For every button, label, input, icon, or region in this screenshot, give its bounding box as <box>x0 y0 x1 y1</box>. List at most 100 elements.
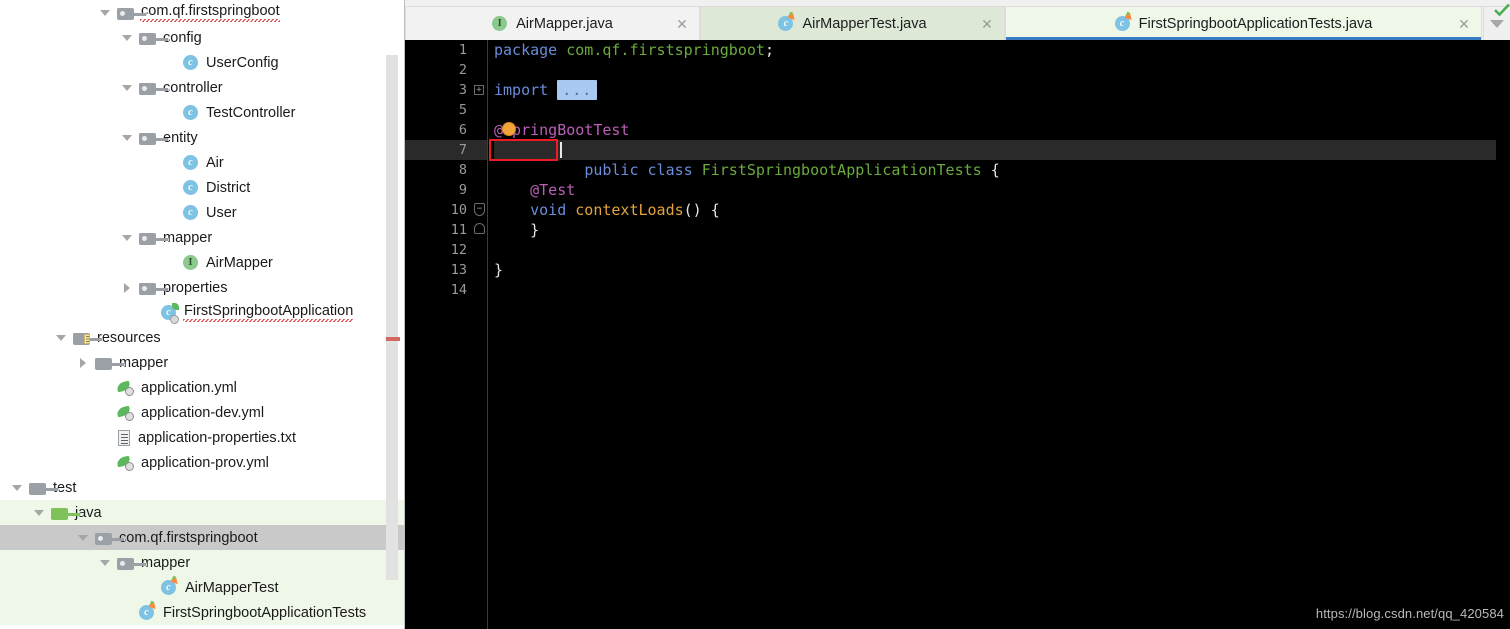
line-number-9[interactable]: 9 <box>405 180 473 200</box>
fold-gutter-line-8[interactable] <box>473 160 487 180</box>
tree-item-application-dev-yml[interactable]: application-dev.yml <box>0 400 405 425</box>
chevron-down-icon[interactable] <box>31 500 46 525</box>
tree-item-com-qf-firstspringboot[interactable]: com.qf.firstspringboot <box>0 0 405 25</box>
tree-item-controller[interactable]: controller <box>0 75 405 100</box>
tree-item-config[interactable]: config <box>0 25 405 50</box>
tree-item-userconfig[interactable]: c UserConfig <box>0 50 405 75</box>
tree-item-mapper[interactable]: mapper <box>0 550 405 575</box>
tree-item-application-properties-txt[interactable]: application-properties.txt <box>0 425 405 450</box>
line-number-2[interactable]: 2 <box>405 60 473 80</box>
tree-item-firstspringbootapplication[interactable]: c FirstSpringbootApplication <box>0 300 405 325</box>
fold-gutter-line-6[interactable] <box>473 120 487 140</box>
chevron-right-icon[interactable] <box>119 275 134 300</box>
line-number-6[interactable]: 6 <box>405 120 473 140</box>
line-number-11[interactable]: 11 <box>405 220 473 240</box>
project-tree-list[interactable]: com.qf.firstspringboot config c UserConfig c… <box>0 0 405 625</box>
tree-item-firstspringbootapplicationtests[interactable]: c FirstSpringbootApplicationTests <box>0 600 405 625</box>
tree-vertical-scrollbar[interactable] <box>386 0 400 629</box>
intention-bulb-icon[interactable] <box>502 122 516 136</box>
tab-airmapper-java[interactable]: I AirMapper.java ✕ <box>405 7 700 40</box>
tree-error-marker[interactable] <box>386 337 400 341</box>
fold-collapse-end-icon[interactable] <box>474 223 485 234</box>
tree-item-mapper[interactable]: mapper <box>0 350 405 375</box>
close-icon[interactable]: ✕ <box>980 17 994 31</box>
code-folding-gutter[interactable]: + − <box>473 40 487 629</box>
fold-gutter-line-9[interactable] <box>473 180 487 200</box>
tree-item-application-prov-yml[interactable]: application-prov.yml <box>0 450 405 475</box>
chevron-down-icon[interactable] <box>97 550 112 575</box>
line-number-5[interactable]: 5 <box>405 100 473 120</box>
code-line-11: } <box>530 221 540 239</box>
fold-gutter-line-7[interactable] <box>473 140 487 160</box>
project-tree-panel[interactable]: com.qf.firstspringboot config c UserConfig c… <box>0 0 405 629</box>
tree-item-label: District <box>206 179 251 196</box>
code-text-area[interactable]: package com.qf.firstspringboot; import .… <box>487 40 1510 629</box>
ide-window: com.qf.firstspringboot config c UserConfig c… <box>0 0 1510 629</box>
chevron-down-icon[interactable] <box>75 525 90 550</box>
import-fold-placeholder[interactable]: ... <box>557 80 598 100</box>
tree-item-mapper[interactable]: mapper <box>0 225 405 250</box>
line-number-7[interactable]: 7 <box>405 140 473 160</box>
fold-gutter-line-5[interactable] <box>473 100 487 120</box>
tree-item-label: application.yml <box>141 379 237 396</box>
fold-gutter-line-3[interactable]: + <box>473 80 487 100</box>
tab-airmappertest-java[interactable]: c AirMapperTest.java ✕ <box>700 7 1005 40</box>
tree-scrollbar-thumb[interactable] <box>386 55 398 580</box>
tab-firstspringbootapplicationtests-java[interactable]: c FirstSpringbootApplicationTests.java ✕ <box>1005 7 1482 41</box>
tree-item-airmappertest[interactable]: c AirMapperTest <box>0 575 405 600</box>
tree-item-testcontroller[interactable]: c TestController <box>0 100 405 125</box>
chevron-down-icon[interactable] <box>119 225 134 250</box>
close-icon[interactable]: ✕ <box>1457 17 1471 31</box>
line-number-3[interactable]: 3 <box>405 80 473 100</box>
chevron-down-icon[interactable] <box>119 25 134 50</box>
tree-item-entity[interactable]: entity <box>0 125 405 150</box>
fold-gutter-line-11[interactable] <box>473 220 487 240</box>
tree-item-resources[interactable]: resources <box>0 325 405 350</box>
inspection-error-stripe[interactable] <box>1496 80 1510 629</box>
tree-item-test[interactable]: test <box>0 475 405 500</box>
fold-gutter-line-12[interactable] <box>473 240 487 260</box>
tree-item-label: resources <box>97 329 161 346</box>
fold-expand-icon[interactable]: + <box>474 85 484 95</box>
line-number-1[interactable]: 1 <box>405 40 473 60</box>
chevron-down-icon[interactable] <box>53 325 68 350</box>
chevron-down-icon[interactable] <box>9 475 24 500</box>
line-number-14[interactable]: 14 <box>405 280 473 300</box>
tree-item-java[interactable]: java <box>0 500 405 525</box>
tree-item-com-qf-firstspringboot[interactable]: com.qf.firstspringboot <box>0 525 405 550</box>
tree-item-label: application-prov.yml <box>141 454 269 471</box>
folder-package-icon <box>117 556 147 570</box>
chevron-down-icon[interactable] <box>119 125 134 150</box>
fold-gutter-line-14[interactable] <box>473 280 487 300</box>
editor-tab-strip[interactable]: I AirMapper.java ✕ c AirMapperTest.java … <box>405 0 1510 41</box>
tree-item-application-yml[interactable]: application.yml <box>0 375 405 400</box>
fold-gutter-line-2[interactable] <box>473 60 487 80</box>
line-number-8[interactable]: 8 <box>405 160 473 180</box>
fold-gutter-line-13[interactable] <box>473 260 487 280</box>
tree-item-air[interactable]: c Air <box>0 150 405 175</box>
code-editor[interactable]: 1 2 3 5 6 7 8 9 10 11 12 13 14 + − package com.qf.fir… <box>405 40 1510 629</box>
tree-item-properties[interactable]: properties <box>0 275 405 300</box>
line-number-gutter[interactable]: 1 2 3 5 6 7 8 9 10 11 12 13 14 <box>405 40 473 629</box>
line-number-13[interactable]: 13 <box>405 260 473 280</box>
chevron-down-icon[interactable] <box>119 75 134 100</box>
fold-gutter-line-10[interactable]: − <box>473 200 487 220</box>
chevron-down-icon[interactable] <box>97 0 112 25</box>
tree-item-user[interactable]: c User <box>0 200 405 225</box>
line-number-12[interactable]: 12 <box>405 240 473 260</box>
fold-collapse-icon[interactable]: − <box>474 203 485 216</box>
line-number-10[interactable]: 10 <box>405 200 473 220</box>
chevron-right-icon[interactable] <box>75 350 90 375</box>
java-class-icon: c <box>183 180 199 195</box>
tree-item-district[interactable]: c District <box>0 175 405 200</box>
fold-gutter-line-1[interactable] <box>473 40 487 60</box>
tree-item-airmapper[interactable]: I AirMapper <box>0 250 405 275</box>
close-icon[interactable]: ✕ <box>675 17 689 31</box>
inspection-ok-check-icon[interactable] <box>1494 3 1510 17</box>
